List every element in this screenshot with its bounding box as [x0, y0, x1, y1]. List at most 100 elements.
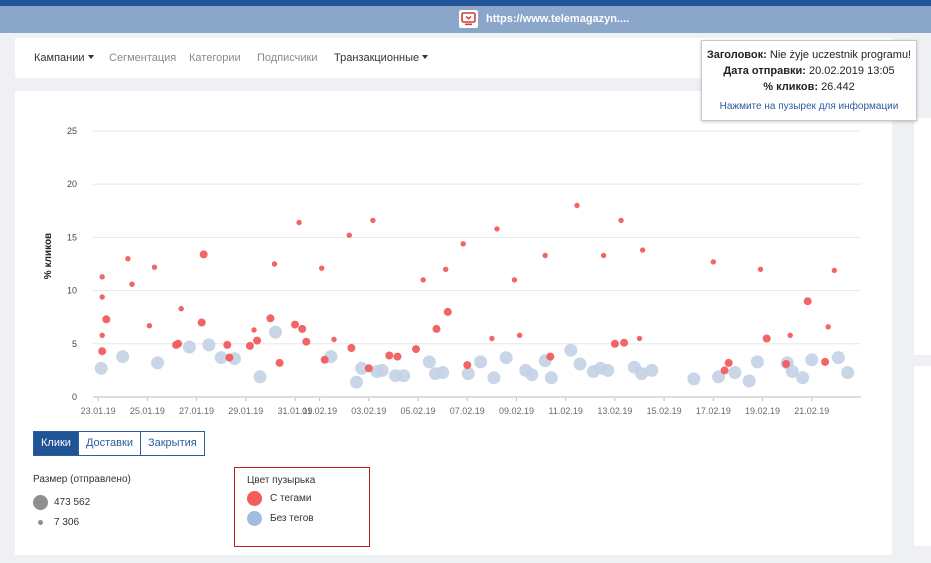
untagged-bubble[interactable] — [253, 370, 267, 384]
tagged-bubble[interactable] — [253, 336, 262, 345]
tagged-bubble[interactable] — [724, 358, 733, 367]
untagged-bubble[interactable] — [151, 356, 165, 370]
tagged-bubble[interactable] — [98, 347, 107, 356]
tagged-bubble[interactable] — [762, 334, 771, 343]
tagged-bubble[interactable] — [347, 344, 356, 352]
untagged-bubble[interactable] — [841, 366, 855, 379]
tagged-bubble[interactable] — [125, 256, 131, 262]
untagged-bubble[interactable] — [375, 363, 389, 377]
tagged-bubble[interactable] — [610, 339, 619, 348]
nav-item-transactional[interactable]: Транзакционные — [334, 52, 429, 64]
tagged-bubble[interactable] — [460, 241, 466, 247]
untagged-bubble[interactable] — [687, 372, 701, 386]
untagged-bubble[interactable] — [499, 351, 513, 365]
nav-item-subscribers[interactable]: Подписчики — [257, 52, 318, 64]
tagged-bubble[interactable] — [639, 247, 646, 253]
tagged-bubble[interactable] — [99, 332, 105, 338]
untagged-bubble[interactable] — [474, 355, 488, 369]
tagged-bubble[interactable] — [99, 274, 105, 280]
url-text[interactable]: https://www.telemagazyn.... — [486, 13, 629, 25]
tagged-bubble[interactable] — [542, 252, 548, 259]
tagged-bubble[interactable] — [178, 306, 184, 312]
untagged-bubble[interactable] — [269, 325, 282, 339]
nav-item-campaigns[interactable]: Кампании — [34, 52, 94, 64]
untagged-bubble[interactable] — [350, 375, 363, 389]
tagged-bubble[interactable] — [129, 281, 135, 287]
untagged-bubble[interactable] — [487, 371, 501, 385]
untagged-bubble[interactable] — [796, 371, 810, 385]
tagged-bubble[interactable] — [199, 250, 208, 259]
tagged-bubble[interactable] — [803, 297, 812, 306]
untagged-bubble[interactable] — [461, 367, 475, 381]
untagged-bubble[interactable] — [573, 357, 587, 371]
tagged-bubble[interactable] — [412, 345, 420, 354]
tagged-bubble[interactable] — [271, 261, 278, 267]
tagged-bubble[interactable] — [443, 307, 452, 316]
tab-clicks[interactable]: Клики — [33, 431, 79, 456]
untagged-bubble[interactable] — [94, 361, 108, 375]
tagged-bubble[interactable] — [494, 226, 500, 232]
tagged-bubble[interactable] — [291, 320, 299, 329]
tagged-bubble[interactable] — [787, 332, 793, 338]
tagged-bubble[interactable] — [251, 327, 257, 333]
tagged-bubble[interactable] — [757, 266, 764, 272]
tagged-bubble[interactable] — [489, 335, 495, 342]
untagged-bubble[interactable] — [742, 374, 756, 388]
tagged-bubble[interactable] — [370, 217, 376, 224]
tagged-bubble[interactable] — [99, 294, 105, 300]
tagged-bubble[interactable] — [320, 355, 329, 364]
nav-item-segmentation[interactable]: Сегментация — [109, 52, 176, 64]
tagged-bubble[interactable] — [319, 265, 325, 271]
tagged-bubble[interactable] — [266, 314, 275, 323]
tagged-bubble[interactable] — [636, 335, 643, 342]
tagged-bubble[interactable] — [420, 277, 426, 283]
tagged-bubble[interactable] — [331, 336, 337, 343]
untagged-bubble[interactable] — [116, 350, 130, 364]
tagged-bubble[interactable] — [516, 332, 523, 338]
untagged-bubble[interactable] — [182, 340, 196, 354]
untagged-bubble[interactable] — [397, 369, 411, 383]
untagged-bubble[interactable] — [564, 343, 578, 357]
untagged-bubble[interactable] — [544, 371, 558, 385]
tagged-bubble[interactable] — [710, 259, 716, 265]
tagged-bubble[interactable] — [225, 353, 234, 362]
untagged-bubble[interactable] — [436, 366, 450, 379]
untagged-bubble[interactable] — [728, 366, 742, 379]
tagged-bubble[interactable] — [821, 357, 830, 366]
tagged-bubble[interactable] — [546, 352, 555, 361]
tagged-bubble[interactable] — [620, 338, 629, 347]
tagged-bubble[interactable] — [463, 361, 472, 370]
tagged-bubble[interactable] — [432, 324, 441, 333]
tagged-bubble[interactable] — [600, 252, 607, 259]
tagged-bubble[interactable] — [146, 323, 153, 329]
tagged-bubble[interactable] — [346, 232, 352, 238]
nav-item-categories[interactable]: Категории — [189, 52, 241, 64]
tagged-bubble[interactable] — [102, 315, 111, 324]
untagged-bubble[interactable] — [202, 338, 216, 352]
untagged-bubble[interactable] — [422, 355, 436, 369]
tagged-bubble[interactable] — [393, 352, 402, 361]
tagged-bubble[interactable] — [197, 318, 206, 327]
tagged-bubble[interactable] — [782, 360, 791, 368]
tagged-bubble[interactable] — [302, 337, 311, 346]
untagged-bubble[interactable] — [805, 353, 819, 367]
tagged-bubble[interactable] — [151, 264, 158, 270]
tagged-bubble[interactable] — [831, 267, 837, 274]
tagged-bubble[interactable] — [443, 266, 449, 272]
tagged-bubble[interactable] — [511, 277, 518, 283]
untagged-bubble[interactable] — [645, 363, 659, 377]
untagged-bubble[interactable] — [750, 355, 764, 369]
tagged-bubble[interactable] — [245, 341, 254, 350]
tagged-bubble[interactable] — [574, 202, 580, 209]
tagged-bubble[interactable] — [174, 339, 183, 348]
tagged-bubble[interactable] — [618, 217, 624, 224]
tagged-bubble[interactable] — [223, 340, 232, 349]
tagged-bubble[interactable] — [720, 366, 729, 375]
untagged-bubble[interactable] — [601, 363, 615, 377]
untagged-bubble[interactable] — [525, 368, 539, 382]
tab-deliveries[interactable]: Доставки — [77, 431, 141, 456]
tagged-bubble[interactable] — [275, 358, 284, 367]
tagged-bubble[interactable] — [385, 351, 394, 360]
untagged-bubble[interactable] — [831, 351, 845, 365]
tagged-bubble[interactable] — [364, 364, 373, 373]
